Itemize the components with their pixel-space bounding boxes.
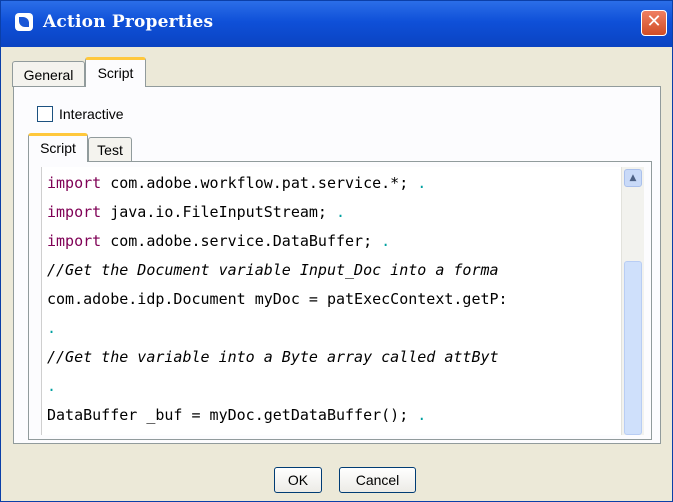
- code-line: //Get the variable into a Byte array cal…: [47, 341, 499, 373]
- code-line: .: [47, 370, 56, 402]
- subtab-script-label: Script: [40, 140, 76, 156]
- code-line: //Get the Document variable Input_Doc in…: [47, 254, 499, 286]
- ok-button[interactable]: OK: [274, 467, 322, 493]
- code-line: com.adobe.idp.Document myDoc = patExecCo…: [47, 283, 508, 315]
- code-trail: .: [47, 377, 57, 395]
- tab-general[interactable]: General: [12, 61, 85, 87]
- code-trail: .: [47, 319, 57, 337]
- code-keyword: import: [47, 232, 102, 250]
- code-line: import com.adobe.workflow.pat.service.*;…: [47, 167, 426, 199]
- dialog-window: Action Properties ✕ General Script Inter…: [0, 0, 673, 502]
- code-line: DataBuffer _buf = myDoc.getDataBuffer();…: [47, 399, 426, 431]
- app-icon: [15, 13, 33, 31]
- scroll-up-arrow-icon[interactable]: ▲: [624, 169, 642, 187]
- tab-general-label: General: [23, 67, 74, 83]
- code-line: .: [47, 312, 56, 344]
- code-comment: //Get the Document variable Input_Doc in…: [47, 261, 499, 279]
- tab-script-label: Script: [97, 65, 134, 81]
- interactive-checkbox[interactable]: [37, 106, 53, 122]
- code-keyword: import: [47, 174, 102, 192]
- cancel-button[interactable]: Cancel: [339, 467, 416, 493]
- title-bar[interactable]: Action Properties ✕: [1, 1, 672, 47]
- subtab-test-label: Test: [97, 142, 123, 158]
- code-text: com.adobe.idp.Document myDoc = patExecCo…: [47, 290, 508, 308]
- interactive-checkbox-label: Interactive: [59, 106, 124, 122]
- subtab-script[interactable]: Script: [28, 133, 88, 162]
- code-text: DataBuffer _buf = myDoc.getDataBuffer();: [47, 406, 409, 424]
- close-icon[interactable]: ✕: [641, 10, 667, 36]
- code-line: import com.adobe.service.DataBuffer; .: [47, 225, 390, 257]
- window-title: Action Properties: [43, 12, 214, 32]
- cancel-button-label: Cancel: [355, 472, 400, 488]
- code-trail: .: [372, 232, 391, 250]
- code-trail: .: [408, 174, 427, 192]
- subtab-test[interactable]: Test: [88, 137, 132, 162]
- code-line: import java.io.FileInputStream; .: [47, 196, 345, 228]
- ok-button-label: OK: [287, 472, 309, 488]
- tab-script[interactable]: Script: [85, 57, 146, 87]
- code-trail: .: [408, 406, 427, 424]
- script-editor[interactable]: import com.adobe.workflow.pat.service.*;…: [41, 167, 622, 435]
- code-keyword: import: [47, 203, 102, 221]
- code-trail: .: [326, 203, 346, 221]
- code-text: com.adobe.service.DataBuffer;: [101, 232, 373, 250]
- vertical-scrollbar[interactable]: ▲: [621, 167, 644, 435]
- code-text: com.adobe.workflow.pat.service.*;: [101, 174, 409, 192]
- code-text: java.io.FileInputStream;: [101, 203, 327, 221]
- scroll-thumb[interactable]: [624, 261, 642, 435]
- code-comment: //Get the variable into a Byte array cal…: [47, 348, 499, 366]
